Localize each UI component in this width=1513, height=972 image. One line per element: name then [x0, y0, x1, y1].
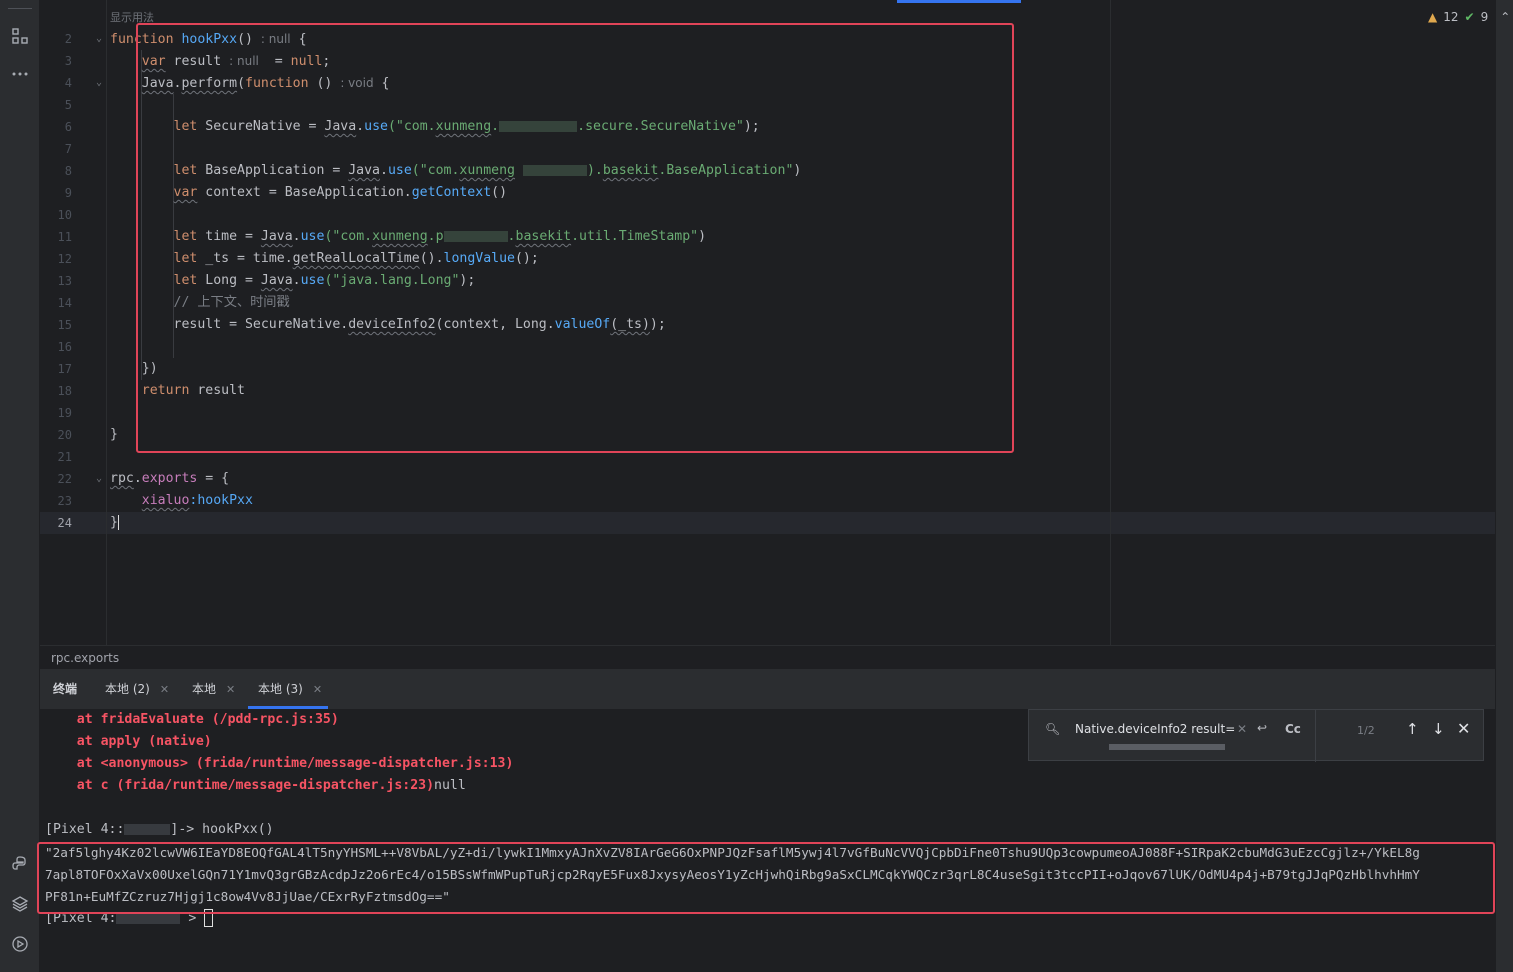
find-input-underline [1109, 744, 1225, 750]
python-console-icon[interactable] [8, 852, 32, 876]
inspection-widget[interactable]: ▲ 12 ✔ 9 ⌃ ⌄ [1428, 10, 1513, 24]
close-icon[interactable]: ✕ [313, 683, 322, 696]
check-icon: ✔ [1464, 10, 1475, 24]
line-number: 15 [57, 318, 72, 332]
find-widget: 🔍︎ Native.deviceInfo2 result= ✕ ↩ Cc 1/2… [1028, 709, 1484, 762]
activity-bar-separator [8, 8, 32, 9]
tab-local-3[interactable]: 本地 (3) ✕ [247, 669, 329, 709]
tab-local-2[interactable]: 本地 (2) ✕ [105, 669, 169, 709]
terminal-prompt: [Pixel 4::]-> hookPxx() [45, 822, 274, 837]
line-number: 13 [57, 274, 72, 288]
code-line-20: } [110, 427, 118, 442]
line-number: 24 [57, 516, 72, 530]
terminal-error-line: at <anonymous> (frida/runtime/message-di… [76, 756, 514, 771]
code-editor[interactable]: 2 3 4 5 6 7 8 9 10 11 12 13 14 15 16 17 18 19 20 21 22 23 24 ⌄ ⌄… [40, 0, 1510, 645]
code-line-22: rpc.exports = { [110, 471, 230, 486]
line-number: 11 [57, 230, 72, 244]
match-case-button[interactable]: Cc [1285, 722, 1301, 736]
line-number: 12 [57, 252, 72, 266]
arrow-up-icon[interactable]: ↑ [1406, 720, 1419, 738]
line-number: 3 [64, 54, 72, 68]
fold-chevron-icon[interactable]: ⌄ [96, 468, 106, 490]
close-find-icon[interactable]: ✕ [1457, 719, 1470, 738]
redacted-block [124, 823, 171, 835]
terminal-tab-bar: 终端 本地 (2) ✕ 本地 ✕ 本地 (3) ✕ [40, 669, 1495, 709]
line-number: 14 [57, 296, 72, 310]
highlight-box-function [136, 23, 1014, 453]
close-icon[interactable]: ✕ [226, 683, 235, 696]
tab-local[interactable]: 本地 ✕ [192, 669, 235, 709]
fold-chevron-icon[interactable]: ⌄ [96, 72, 106, 94]
tab-terminal[interactable]: 终端 [53, 669, 77, 709]
line-number: 17 [57, 362, 72, 376]
terminal-error-line: at fridaEvaluate (/pdd-rpc.js:35) [76, 712, 339, 727]
warning-count: 12 [1443, 10, 1459, 24]
arrow-down-icon[interactable]: ↓ [1432, 720, 1445, 738]
line-number: 22 [57, 472, 72, 486]
clear-icon[interactable]: ✕ [1237, 722, 1247, 736]
line-number: 21 [57, 450, 72, 464]
chevron-up-icon[interactable]: ⌃ [1500, 10, 1510, 24]
line-number-gutter: 2 3 4 5 6 7 8 9 10 11 12 13 14 15 16 17 18 19 20 21 22 23 24 ⌄ ⌄… [40, 0, 107, 645]
fold-chevron-icon[interactable]: ⌄ [96, 28, 106, 50]
breadcrumb[interactable]: rpc.exports [40, 645, 1495, 669]
find-input[interactable]: Native.deviceInfo2 result= [1075, 722, 1235, 736]
layers-icon[interactable] [8, 892, 32, 916]
line-number: 7 [64, 142, 72, 156]
code-line-23: xialuo:hookPxx [141, 493, 253, 508]
run-services-icon[interactable] [8, 932, 32, 956]
line-number: 6 [64, 120, 72, 134]
terminal-error-line: at c (frida/runtime/message-dispatcher.j… [76, 778, 466, 793]
ok-count: 9 [1480, 10, 1489, 24]
line-number: 10 [57, 208, 72, 222]
line-number: 8 [64, 164, 72, 178]
right-tool-bar [1495, 0, 1513, 972]
line-number: 19 [57, 406, 72, 420]
match-count: 1/2 [1357, 724, 1375, 737]
regex-return-icon[interactable]: ↩ [1257, 721, 1267, 735]
right-margin-guide [1110, 0, 1111, 645]
line-number: 23 [57, 494, 72, 508]
current-line-highlight [40, 512, 1495, 534]
code-line-24: } [110, 515, 119, 530]
line-number: 4 [64, 76, 72, 90]
line-number: 9 [64, 186, 72, 200]
close-icon[interactable]: ✕ [160, 683, 169, 696]
structure-icon[interactable] [8, 24, 32, 48]
search-icon[interactable]: 🔍︎ [1045, 722, 1060, 736]
line-number: 5 [64, 98, 72, 112]
find-separator [1315, 710, 1316, 762]
more-icon[interactable] [8, 62, 32, 86]
active-tab-indicator [897, 0, 1021, 3]
terminal-error-line: at apply (native) [76, 734, 212, 749]
activity-bar [0, 0, 40, 972]
line-number: 18 [57, 384, 72, 398]
line-number: 20 [57, 428, 72, 442]
warning-icon: ▲ [1428, 10, 1438, 24]
line-number: 2 [64, 32, 72, 46]
line-number: 16 [57, 340, 72, 354]
redacted-block [116, 912, 181, 924]
highlight-box-result [37, 842, 1495, 914]
